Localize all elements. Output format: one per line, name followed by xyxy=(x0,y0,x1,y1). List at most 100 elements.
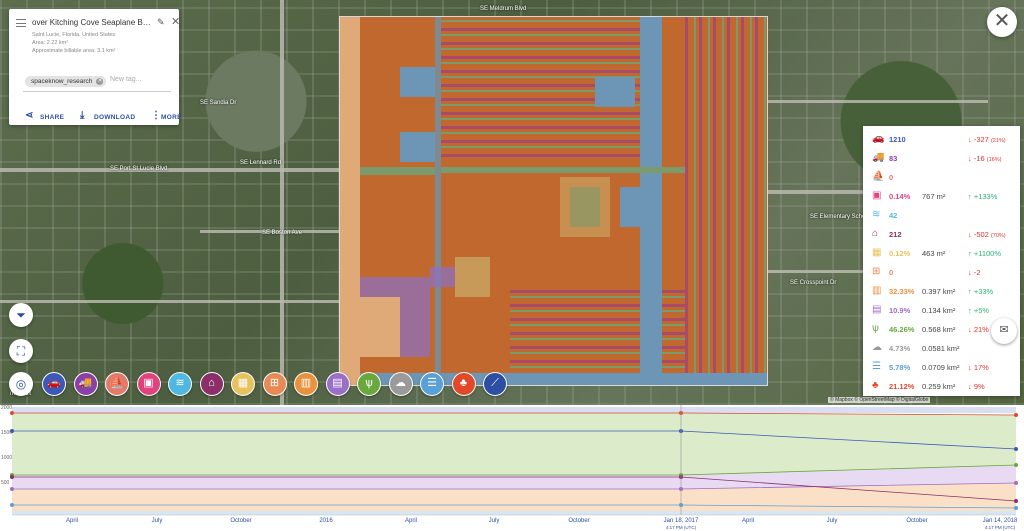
road xyxy=(768,270,863,273)
stat-change-percent: (70%) xyxy=(990,233,1006,239)
select-area-button[interactable]: ⛶ xyxy=(9,339,33,363)
y-tick-label: 1500 xyxy=(1,430,12,436)
stat-value: 21.12% xyxy=(889,382,915,391)
area-info-card: over Kitching Cove Seaplane Base... ✎ ✕ … xyxy=(9,9,182,125)
stat-row[interactable]: ⊞ 0 ↓ -2 xyxy=(863,263,1020,282)
mail-button[interactable]: ✉ xyxy=(991,318,1017,344)
stat-row[interactable]: ▣ 0.14% 767 m² ↑ +133% xyxy=(863,187,1020,206)
road xyxy=(768,190,863,194)
layer-book-button[interactable]: ▤ xyxy=(325,372,350,396)
pool-icon: ≋ xyxy=(872,209,881,220)
stat-area: 0.134 km² xyxy=(922,306,956,315)
x-tick-label: July xyxy=(152,518,163,524)
street-label: SE Port St Lucie Blvd xyxy=(110,166,168,172)
stat-area: 767 m² xyxy=(922,192,946,201)
stat-change: ↑ +5% xyxy=(968,306,990,315)
x-tick-label: October xyxy=(906,518,927,524)
truck-icon: 🚚 xyxy=(872,152,885,163)
overlay-bare-ground xyxy=(340,17,360,385)
layer-truck-button[interactable]: 🚚 xyxy=(73,372,98,396)
stat-value: 0 xyxy=(889,268,894,277)
layer-house-button[interactable]: ⌂ xyxy=(199,372,224,396)
timeline-svg[interactable]: 2000 1500 1000 500 April July October 2016 April… xyxy=(0,405,1024,531)
more-icon[interactable]: ⋮ xyxy=(151,110,161,121)
filter-button[interactable]: ⏷ xyxy=(9,303,33,327)
stat-row[interactable]: ⌂ 212 ↓ -502 (70%) xyxy=(863,225,1020,244)
map-attribution[interactable]: © Mapbox © OpenStreetMap © DigitalGlobe xyxy=(828,397,931,403)
overlay-road xyxy=(435,17,441,385)
share-icon[interactable]: ⋖ xyxy=(25,110,33,121)
area-location: Saint Lucie, Florida, United States xyxy=(32,32,116,38)
stat-row[interactable]: ☰ 5.78% 0.0709 km² ↓ 17% xyxy=(863,358,1020,377)
stat-row[interactable]: ⛵ 0 xyxy=(863,168,1020,187)
stat-value: 0.14% xyxy=(889,192,911,201)
layer-grass-button[interactable]: ѱ xyxy=(357,372,381,396)
stat-row[interactable]: ♣ 21.12% 0.259 km² ↓ 9% xyxy=(863,377,1020,396)
layer-construction-button[interactable]: ▦ xyxy=(231,372,255,396)
x-tick-label: April xyxy=(742,518,754,524)
overlay-pond xyxy=(620,187,650,227)
book-icon: ▤ xyxy=(872,304,882,315)
series-point xyxy=(1014,413,1018,417)
layer-industrial-button[interactable]: ▥ xyxy=(294,372,318,396)
share-button[interactable]: SHARE xyxy=(40,114,64,121)
street-label: SE Elementary School xyxy=(810,214,871,220)
more-button[interactable]: MORE xyxy=(161,114,182,121)
layer-crop-button[interactable]: ⟋ xyxy=(483,372,507,396)
stat-value: 32.33% xyxy=(889,287,915,296)
remove-tag-icon[interactable]: ✕ xyxy=(96,78,104,85)
download-icon[interactable]: ⤓ xyxy=(80,110,84,121)
y-tick-label: 2000 xyxy=(1,405,12,411)
layer-boat-button[interactable]: ⛵ xyxy=(105,372,129,396)
tree-icon: ♣ xyxy=(872,380,879,391)
stat-value: 10.9% xyxy=(889,306,911,315)
boat-icon: ⛵ xyxy=(872,171,885,182)
overlay-pond xyxy=(400,132,435,162)
layer-building-button[interactable]: ⊞ xyxy=(262,372,287,396)
cloud-icon: ☁ xyxy=(872,342,882,353)
stat-value: 4.73% xyxy=(889,344,911,353)
tag-chip[interactable]: spaceknow_research ✕ xyxy=(25,76,107,87)
stat-area: 0.397 km² xyxy=(922,287,956,296)
stat-area: 0.0709 km² xyxy=(922,363,960,372)
timeline-chart[interactable]: 2000 1500 1000 500 April July October 2016 April… xyxy=(0,405,1024,531)
road xyxy=(280,0,284,405)
stat-row[interactable]: ▤ 10.9% 0.134 km² ↑ +5% xyxy=(863,301,1020,320)
x-tick-sublabel: 4:17 PM (UTC) xyxy=(985,525,1016,530)
stat-change-percent: (21%) xyxy=(990,138,1006,144)
layers-toggle-button[interactable]: ◎ xyxy=(9,372,33,396)
building-grid-icon: ⊞ xyxy=(872,266,881,277)
close-icon[interactable]: ✕ xyxy=(171,15,180,28)
stat-row[interactable]: 🚗 1210 ↓ -327 (21%) xyxy=(863,130,1020,149)
y-tick-label: 500 xyxy=(1,480,10,486)
x-tick-sublabel: 4:17 PM (UTC) xyxy=(666,525,697,530)
layer-cloud-button[interactable]: ☁ xyxy=(388,372,413,396)
layer-tree-button[interactable]: ♣ xyxy=(451,372,476,396)
layer-car-button[interactable]: 🚗 xyxy=(42,372,66,396)
layer-water-button[interactable]: ☰ xyxy=(420,372,444,396)
street-label: SE Boston Ave xyxy=(262,230,302,236)
overlay-pond xyxy=(595,77,635,107)
stat-area: 0.0581 km² xyxy=(922,344,960,353)
stat-value: 0.12% xyxy=(889,249,911,258)
stat-value: 46.26% xyxy=(889,325,915,334)
overlay-pond xyxy=(400,67,440,97)
layer-pool-button[interactable]: ≋ xyxy=(168,372,192,396)
edit-icon[interactable]: ✎ xyxy=(157,17,165,28)
billable-area: Approximate billable area: 3.1 km² xyxy=(32,48,116,54)
layer-container-button[interactable]: ▣ xyxy=(136,372,161,396)
menu-icon[interactable] xyxy=(16,19,26,27)
water-icon: ☰ xyxy=(872,361,881,372)
stat-row[interactable]: ▥ 32.33% 0.397 km² ↑ +33% xyxy=(863,282,1020,301)
stat-row[interactable]: ≋ 42 xyxy=(863,206,1020,225)
stat-value: 1210 xyxy=(889,135,906,144)
close-panel-button[interactable]: ✕ xyxy=(987,7,1017,37)
new-tag-input[interactable]: New tag... xyxy=(110,76,142,83)
stat-row[interactable]: ▦ 0.12% 463 m² ↑ +1100% xyxy=(863,244,1020,263)
overlay-bare-ground xyxy=(360,297,400,357)
download-button[interactable]: DOWNLOAD xyxy=(94,114,135,121)
stat-change: ↑ +1100% xyxy=(968,249,1002,258)
road xyxy=(0,300,339,303)
x-tick-label: October xyxy=(568,518,589,524)
stat-row[interactable]: 🚚 83 ↓ -16 (16%) xyxy=(863,149,1020,168)
